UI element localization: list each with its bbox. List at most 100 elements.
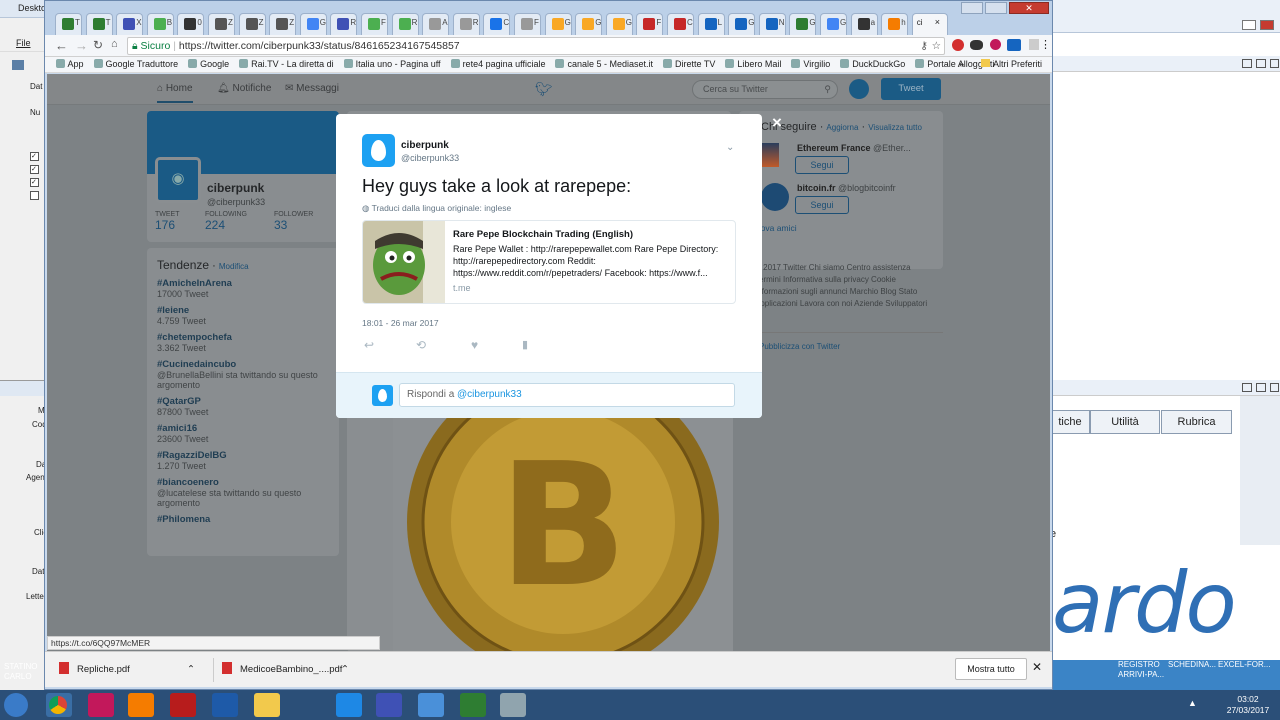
advertise-link[interactable]: Pubblicizza con Twitter — [759, 342, 840, 351]
wtf-refresh[interactable]: Aggiorna — [826, 123, 858, 132]
ie-taskbar-icon[interactable] — [336, 693, 362, 717]
media-taskbar-icon[interactable] — [128, 693, 154, 717]
browser-tab[interactable]: N — [758, 13, 786, 35]
browser-tab[interactable]: C — [483, 13, 511, 35]
bookmark-item[interactable]: canale 5 - Mediaset.it — [555, 57, 653, 72]
ethereum-avatar[interactable] — [761, 143, 779, 167]
close-modal-icon[interactable]: × — [772, 113, 782, 133]
restore-icon[interactable] — [1256, 59, 1266, 68]
browser-tab[interactable]: T — [55, 13, 82, 35]
follow-button[interactable]: Segui — [795, 196, 849, 214]
avatar[interactable] — [849, 79, 869, 99]
author-avatar[interactable] — [362, 134, 395, 167]
browser-tab[interactable]: G — [299, 13, 327, 35]
desktop-icon-label[interactable]: SCHEDINA... — [1168, 660, 1216, 670]
left-checkbox[interactable]: ✓ — [30, 178, 39, 187]
trend-item[interactable]: #QatarGP 87800 Tweet — [157, 396, 332, 417]
app-taskbar-icon[interactable] — [500, 693, 526, 717]
rubrica-button[interactable]: Rubrica — [1161, 410, 1232, 434]
browser-tab[interactable]: G — [605, 13, 633, 35]
close-window-button[interactable]: ✕ — [1009, 2, 1049, 14]
browser-tab[interactable]: h — [881, 13, 909, 35]
bookmark-item[interactable]: Libero Mail — [725, 57, 781, 72]
forward-icon[interactable]: → — [75, 38, 88, 53]
browser-tab[interactable]: X — [116, 13, 144, 35]
download-item[interactable]: Repliche.pdf ⌃ — [59, 658, 195, 682]
nav-messages[interactable]: ✉ Messaggi — [285, 83, 339, 94]
trend-item[interactable]: #biancoenero @lucatelese sta twittando su… — [157, 477, 332, 508]
trend-item[interactable]: #AmicheInArena 17000 Tweet — [157, 278, 332, 299]
trend-item[interactable]: #RagazziDelBG 1.270 Tweet — [157, 450, 332, 471]
chevron-up-icon[interactable]: ⌃ — [187, 658, 195, 682]
minimize-icon[interactable] — [1242, 20, 1256, 30]
browser-tab[interactable]: G — [575, 13, 603, 35]
trend-item[interactable]: #chetempochefa 3.362 Tweet — [157, 332, 332, 353]
left-checkbox[interactable]: ✓ — [30, 152, 39, 161]
like-icon[interactable]: ♥ — [471, 338, 478, 352]
wtf-view-all[interactable]: Visualizza tutto — [868, 123, 922, 132]
browser-tab[interactable]: G — [728, 13, 756, 35]
reload-icon[interactable]: ↻ — [93, 38, 103, 52]
back-icon[interactable]: ← — [55, 38, 68, 53]
key-icon[interactable]: ⚷ — [920, 38, 928, 54]
close-icon[interactable]: ✕ — [1032, 660, 1042, 674]
browser-tab[interactable]: Z — [208, 13, 235, 35]
extension-icon[interactable] — [952, 39, 964, 51]
desktop-icon-label[interactable]: EXCEL-FOR... — [1218, 660, 1274, 670]
extension-icon[interactable] — [990, 39, 1001, 50]
browser-tab[interactable]: C — [667, 13, 694, 35]
tweet-timestamp[interactable]: 18:01 - 26 mar 2017 — [362, 318, 439, 328]
bookmark-item[interactable]: Virgilio — [791, 57, 830, 72]
trend-item[interactable]: #leiene 4.759 Tweet — [157, 305, 332, 326]
browser-tab[interactable]: G — [544, 13, 572, 35]
bookmark-item[interactable]: Rai.TV - La diretta di — [239, 57, 334, 72]
browser-tab[interactable]: F — [361, 13, 388, 35]
reply-icon[interactable]: ↩ — [364, 338, 374, 352]
close-icon[interactable] — [1260, 20, 1274, 30]
restore-icon[interactable] — [1256, 383, 1266, 392]
browser-tab[interactable]: 0 — [177, 13, 205, 35]
right-app-button[interactable]: tiche — [1050, 410, 1090, 434]
other-bookmarks[interactable]: Altri Preferiti — [981, 57, 1042, 72]
tweet-button[interactable]: Tweet — [881, 78, 941, 100]
pdf-taskbar-icon[interactable] — [170, 693, 196, 717]
reply-input[interactable]: Rispondi a @ciberpunk33 — [399, 383, 735, 407]
stat-tweets[interactable]: TWEET 176 — [155, 211, 180, 232]
browser-tab[interactable]: R — [330, 13, 358, 35]
desktop-icon-label[interactable]: REGISTRO ARRIVI-PA... — [1118, 660, 1168, 680]
account-name[interactable]: Ethereum France — [797, 143, 871, 153]
clock[interactable]: 03:02 27/03/2017 — [1222, 694, 1274, 716]
minimize-icon[interactable] — [1242, 383, 1252, 392]
star-icon[interactable]: ☆ — [932, 38, 941, 54]
folder-taskbar-icon[interactable] — [254, 693, 280, 717]
extension-icon[interactable] — [1007, 39, 1021, 51]
utilita-button[interactable]: Utilità — [1090, 410, 1160, 434]
minimize-window-button[interactable] — [961, 2, 983, 14]
trend-item[interactable]: #Philomena — [157, 514, 332, 525]
bookmark-item[interactable]: Italia uno - Pagina uff — [343, 57, 441, 72]
browser-tab[interactable]: G — [820, 13, 847, 35]
retweet-icon[interactable]: ⟲ — [416, 338, 426, 352]
left-checkbox[interactable] — [30, 191, 39, 200]
bookmark-item[interactable]: DuckDuckGo — [840, 57, 905, 72]
account-name[interactable]: bitcoin.fr — [797, 183, 836, 193]
bookmark-item[interactable]: App — [55, 57, 84, 72]
app-taskbar-icon[interactable] — [88, 693, 114, 717]
browser-tab[interactable]: G — [789, 13, 817, 35]
stat-following[interactable]: FOLLOWING 224 — [205, 211, 247, 232]
download-item[interactable]: MedicoeBambino_....pdf ⌃ — [213, 658, 349, 682]
browser-tab[interactable]: a — [850, 13, 878, 35]
analytics-icon[interactable]: ▮ — [522, 338, 528, 351]
browser-tab[interactable]: B — [146, 13, 174, 35]
maximize-window-button[interactable] — [985, 2, 1007, 14]
bookmark-item[interactable]: rete4 pagina ufficiale — [450, 57, 545, 72]
home-icon[interactable]: ⌂ — [111, 38, 118, 50]
minimize-icon[interactable] — [1242, 59, 1252, 68]
show-all-downloads-button[interactable]: Mostra tutto — [955, 658, 1027, 680]
trend-item[interactable]: #amici16 23600 Tweet — [157, 423, 332, 444]
translate-link[interactable]: ◍ Traduci dalla lingua originale: ingles… — [362, 203, 511, 214]
bookmark-item[interactable]: Dirette TV — [663, 57, 715, 72]
trend-item[interactable]: #Cucinedaincubo @BrunellaBellini sta twit… — [157, 359, 332, 390]
tray-arrow-icon[interactable]: ▲ — [1188, 698, 1197, 708]
extension-icon[interactable] — [970, 40, 983, 50]
